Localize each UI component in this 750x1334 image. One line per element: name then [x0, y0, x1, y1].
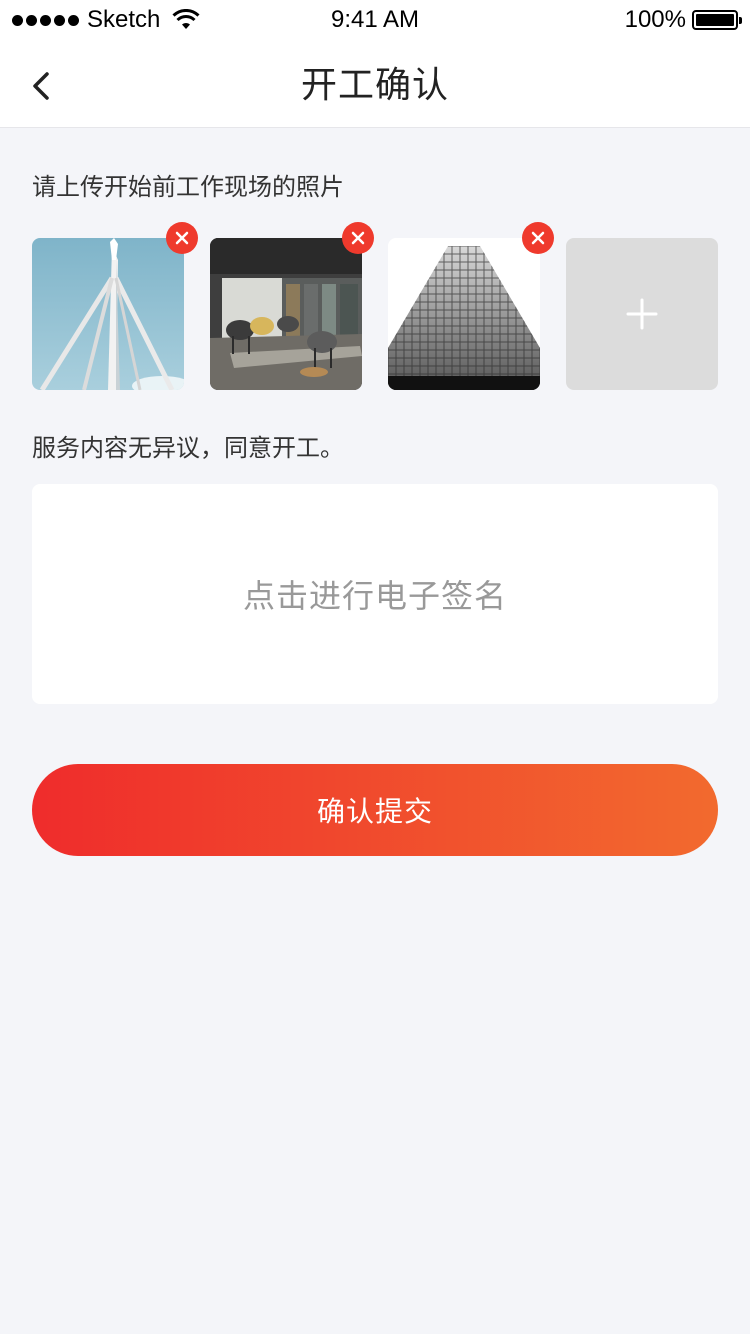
screen: Sketch 9:41 AM 100% 开工确认 请上传开始前工作现场的照片 服…	[0, 0, 750, 1334]
battery-icon	[692, 10, 742, 30]
close-icon	[175, 231, 189, 245]
delete-photo-button[interactable]	[522, 222, 554, 254]
photo-thumbnail[interactable]	[210, 238, 362, 390]
battery-percent: 100%	[624, 6, 686, 33]
status-bar: Sketch 9:41 AM 100%	[0, 0, 750, 40]
close-icon	[531, 231, 545, 245]
delete-photo-button[interactable]	[166, 222, 198, 254]
photo-thumbnail[interactable]	[32, 238, 184, 390]
signature-placeholder: 点击进行电子签名	[242, 577, 507, 615]
tower-mast-photo	[32, 238, 184, 390]
status-right: 100%	[624, 6, 742, 34]
plus-icon	[626, 298, 658, 330]
lounge-interior-photo	[210, 238, 362, 390]
page-title: 开工确认	[300, 65, 449, 106]
signature-pad[interactable]: 点击进行电子签名	[32, 484, 718, 704]
add-photo-button[interactable]	[566, 238, 718, 390]
nav-bar: 开工确认	[0, 40, 750, 128]
photos-section-label: 请上传开始前工作现场的照片	[32, 173, 344, 201]
photo-thumbnail[interactable]	[388, 238, 540, 390]
close-icon	[351, 231, 365, 245]
submit-button[interactable]: 确认提交	[32, 764, 718, 856]
delete-photo-button[interactable]	[342, 222, 374, 254]
photo-grid	[32, 222, 718, 390]
consent-label: 服务内容无异议，同意开工。	[32, 434, 344, 462]
skyscraper-facade-photo	[388, 238, 540, 390]
